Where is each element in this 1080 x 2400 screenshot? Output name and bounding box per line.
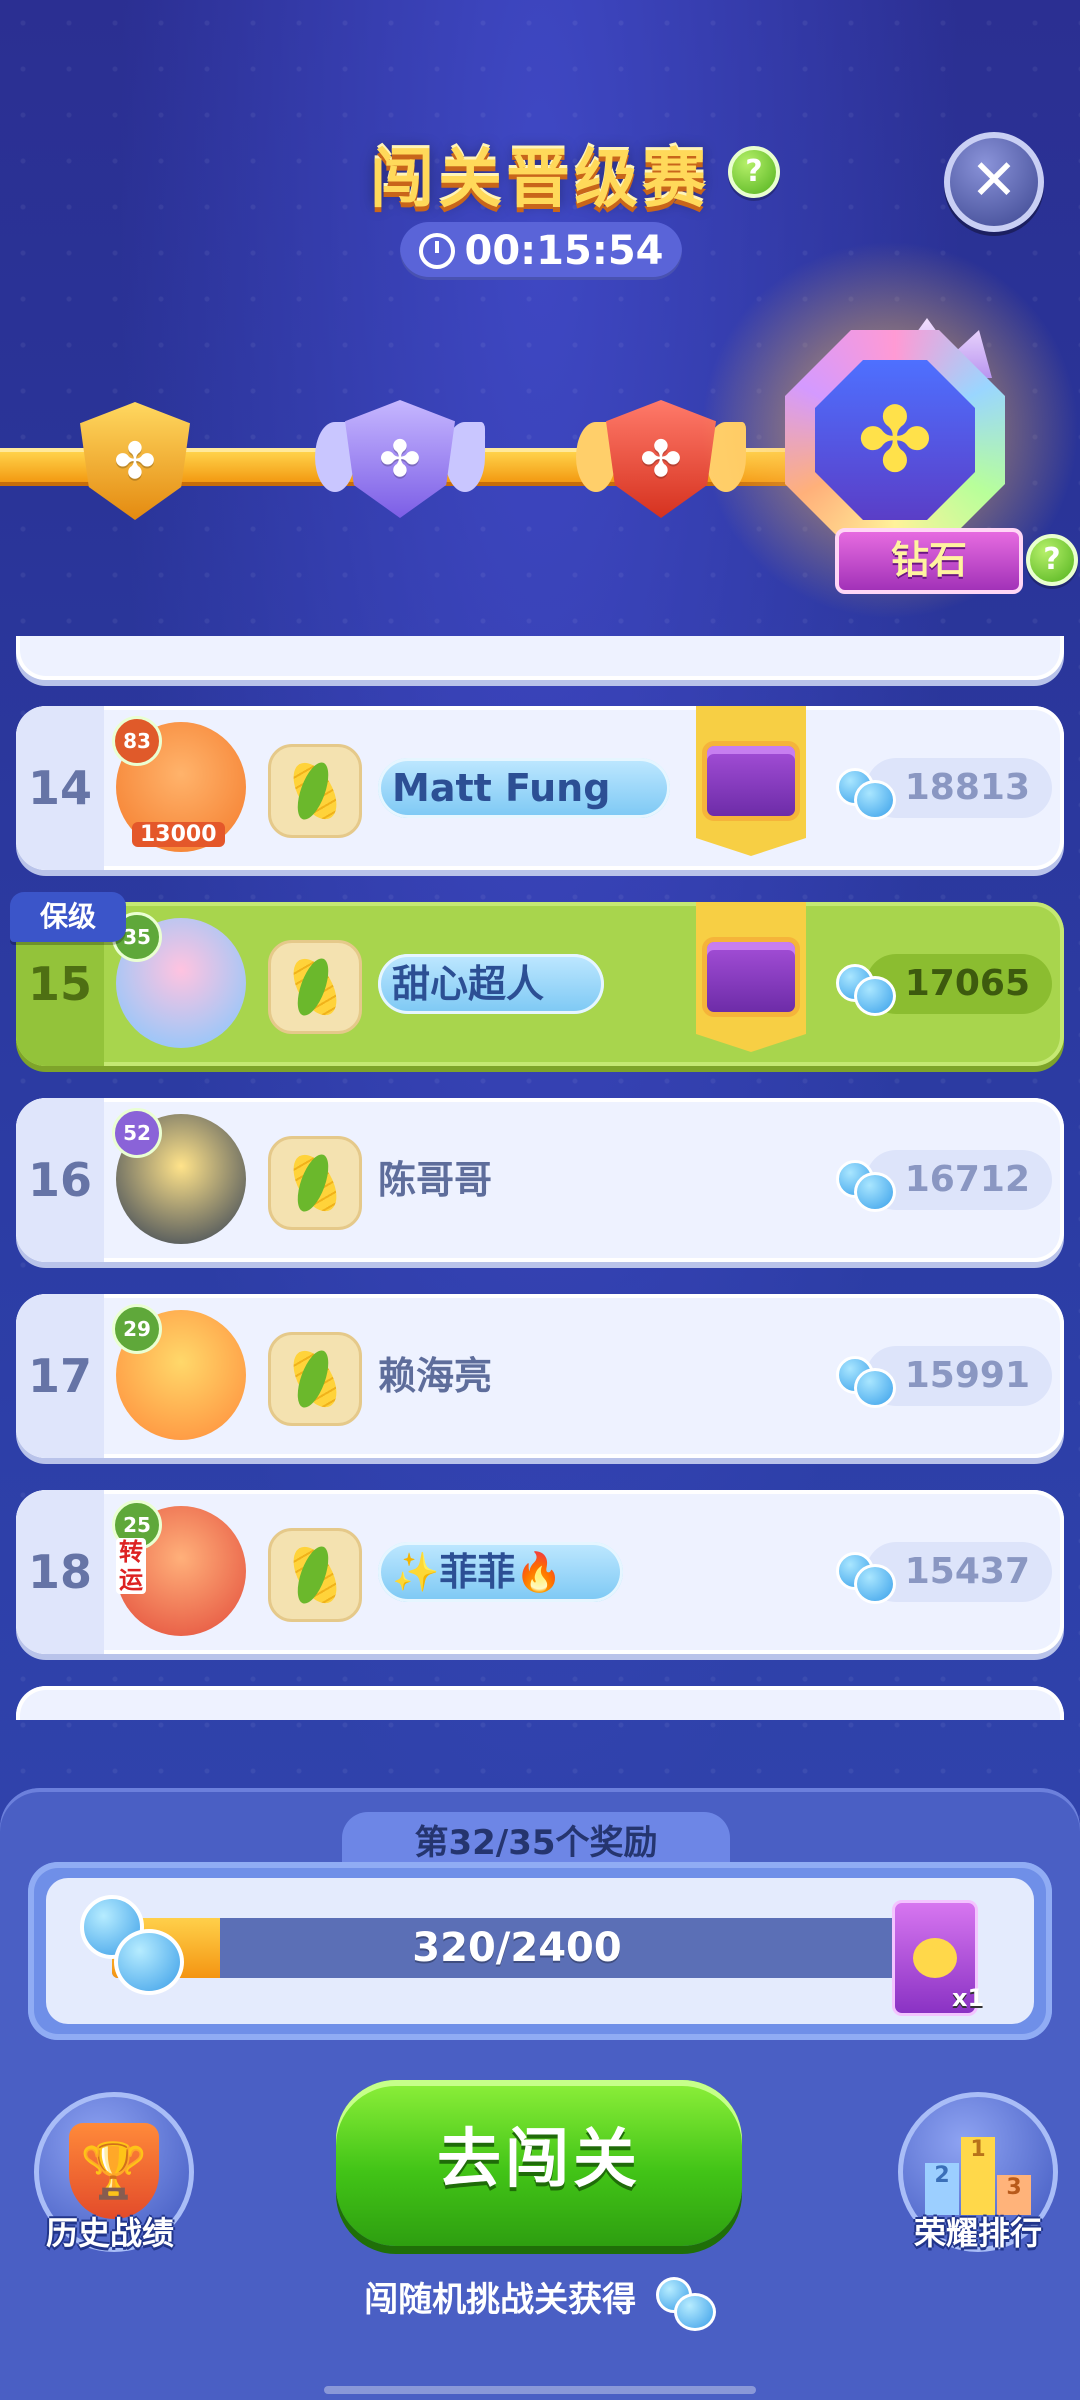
help-icon[interactable]: ? [728, 146, 780, 198]
platinum-rank-badge[interactable]: ✤ [315, 400, 485, 518]
avatar-side-text: 转运 [116, 1538, 146, 1594]
player-name: 甜心超人 [378, 954, 605, 1014]
reward-progress-bar: 320/2400 [112, 1918, 922, 1978]
player-name: 陈哥哥 [378, 1158, 493, 1202]
reward-count: x1 [952, 1984, 985, 2012]
water-drop-icon [80, 1895, 184, 1995]
timer-text: 00:15:54 [464, 228, 664, 274]
progress-text: 320/2400 [412, 1925, 622, 1971]
rank-number: 14 [16, 706, 104, 870]
list-item-partial-bottom [16, 1686, 1064, 1720]
honor-ranking-label: 荣耀排行 [913, 2214, 1042, 2252]
table-row-current-player[interactable]: 15 35 甜心超人 17065 [16, 902, 1064, 1066]
avatar-frame-text: 13000 [132, 822, 225, 847]
player-name: ✨菲菲🔥 [378, 1542, 623, 1602]
treasure-chest-icon[interactable] [696, 902, 806, 1052]
water-drop-icon [836, 1156, 896, 1212]
water-drop-icon [655, 2276, 716, 2331]
water-drop-icon [836, 764, 896, 820]
corn-icon [268, 744, 362, 838]
table-row[interactable]: 14 83 13000 Matt Fung 18813 [16, 706, 1064, 870]
table-row[interactable]: 16 52 陈哥哥 16712 [16, 1098, 1064, 1262]
table-row[interactable]: 17 29 赖海亮 15991 [16, 1294, 1064, 1458]
rank-number: 17 [16, 1294, 104, 1458]
podium-icon: 2 1 3 [925, 2137, 1031, 2215]
corn-icon [268, 1528, 362, 1622]
level-badge: 52 [112, 1108, 162, 1158]
history-label: 历史战绩 [45, 2214, 174, 2252]
gold-rank-badge[interactable]: ✤ [80, 402, 190, 520]
clover-icon: ✤ [857, 387, 933, 493]
corn-icon [268, 940, 362, 1034]
water-drop-icon [836, 960, 896, 1016]
rank-number: 16 [16, 1098, 104, 1262]
leaderboard-list[interactable]: 14 83 13000 Matt Fung 18813 15 35 甜心超人 1… [0, 636, 1080, 1720]
rank-number: 18 [16, 1490, 104, 1654]
corn-icon [268, 1332, 362, 1426]
hint-text: 闯随机挑战关获得 [364, 2280, 637, 2320]
close-button[interactable]: ✕ [944, 132, 1044, 232]
water-drop-icon [836, 1352, 896, 1408]
clover-icon: ✤ [379, 430, 421, 488]
current-rank-label: 钻石 [835, 528, 1023, 594]
trophy-icon: 🏆 [69, 2123, 159, 2219]
list-item-partial-top [16, 636, 1064, 680]
countdown-timer: 00:15:54 [400, 222, 682, 280]
go-challenge-button[interactable]: 去闯关 [336, 2080, 742, 2246]
home-indicator[interactable] [324, 2386, 756, 2394]
water-drop-icon [836, 1548, 896, 1604]
table-row[interactable]: 18 25 转运 ✨菲菲🔥 15437 [16, 1490, 1064, 1654]
level-badge: 29 [112, 1304, 162, 1354]
player-name: Matt Fung [378, 758, 671, 818]
rank-help-icon[interactable]: ? [1026, 534, 1078, 586]
treasure-chest-icon[interactable] [696, 706, 806, 856]
clover-icon: ✤ [114, 432, 156, 490]
level-badge: 83 [112, 716, 162, 766]
player-name: 赖海亮 [378, 1354, 493, 1398]
clock-icon [418, 233, 455, 269]
diamond-core: ✤ [815, 360, 975, 520]
corn-icon [268, 1136, 362, 1230]
page-title: 闯关晋级赛 [370, 143, 710, 217]
challenge-hint: 闯随机挑战关获得 [0, 2272, 1080, 2331]
clover-icon: ✤ [640, 430, 682, 488]
relegation-safe-tag: 保级 [10, 892, 126, 942]
